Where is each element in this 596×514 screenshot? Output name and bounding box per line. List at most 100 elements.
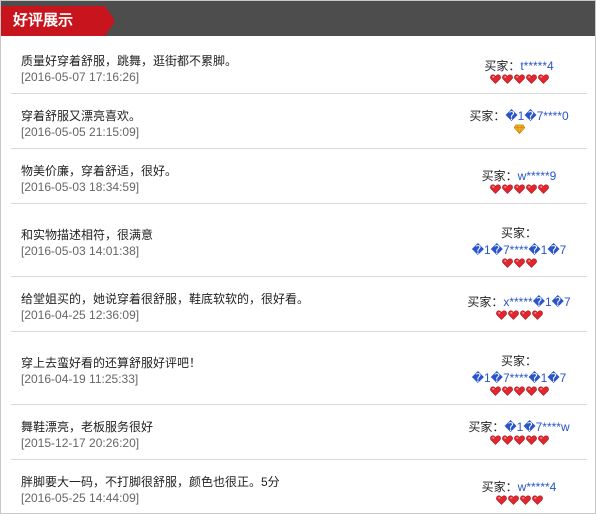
reviews-panel: 好评展示 质量好穿着舒服，跳舞，逛街都不累脚。 [2016-05-07 17:16…	[0, 0, 596, 514]
heart-icon	[537, 74, 549, 84]
heart-icon	[537, 184, 549, 194]
buyer-line: 买家：w*****4	[451, 480, 587, 494]
buyer-name-link[interactable]: x*****�1�7	[503, 295, 570, 309]
heart-icon	[489, 386, 501, 396]
header-title-tab: 好评展示	[1, 6, 115, 36]
buyer-credit-rating	[501, 258, 537, 268]
buyer-info: 买家：w*****4	[451, 480, 587, 508]
buyer-line: 买家：	[451, 354, 587, 368]
heart-icon	[525, 386, 537, 396]
review-comment: 和实物描述相符，很满意	[21, 228, 154, 242]
buyer-line: 买家：x*****�1�7	[451, 295, 587, 309]
heart-icon	[501, 184, 513, 194]
buyer-label: 买家：	[500, 354, 537, 368]
review-row: 穿着舒服又漂亮喜欢。 [2016-05-05 21:15:09] 买家：�1�7**…	[11, 94, 587, 149]
review-comment: 物美价廉，穿着舒适，很好。	[21, 164, 178, 178]
buyer-info: 买家：x*****�1�7	[451, 295, 587, 323]
review-comment: 给堂姐买的，她说穿着很舒服，鞋底软软的，很好看。	[21, 292, 310, 306]
heart-icon	[525, 184, 537, 194]
heart-icon	[513, 184, 525, 194]
heart-icon	[537, 435, 549, 445]
buyer-info: 买家：t*****4	[451, 59, 587, 87]
heart-icon	[531, 310, 543, 320]
heart-icon	[495, 310, 507, 320]
review-comment: 穿上去蛮好看的还算舒服好评吧！	[21, 356, 202, 370]
buyer-line: 买家：w*****9	[451, 169, 587, 183]
buyer-label: 买家：	[469, 109, 506, 123]
review-timestamp: [2016-05-07 17:16:26]	[21, 70, 140, 84]
review-timestamp: [2016-04-25 12:36:09]	[21, 308, 140, 322]
buyer-name-link[interactable]: �1�7****�1�7	[451, 371, 587, 385]
buyer-label: 买家：	[481, 169, 518, 183]
heart-icon	[537, 386, 549, 396]
heart-icon	[501, 386, 513, 396]
heart-icon	[501, 74, 513, 84]
buyer-info: 买家：w*****9	[451, 169, 587, 197]
review-timestamp: [2016-05-03 14:01:38]	[21, 244, 140, 258]
buyer-info: 买家： �1�7****�1�7	[451, 226, 587, 271]
review-timestamp: [2016-04-19 11:25:33]	[21, 372, 139, 386]
heart-icon	[531, 495, 543, 505]
panel-header: 好评展示	[1, 1, 595, 36]
review-timestamp: [2016-05-03 18:34:59]	[21, 180, 140, 194]
buyer-line: 买家：t*****4	[451, 59, 587, 73]
buyer-label: 买家：	[484, 59, 521, 73]
review-comment: 胖脚要大一码，不打脚很舒服，颜色也很正。5分	[21, 475, 280, 489]
review-row: 质量好穿着舒服，跳舞，逛街都不累脚。 [2016-05-07 17:16:26] 买…	[11, 39, 587, 94]
heart-icon	[501, 258, 513, 268]
review-row: 物美价廉，穿着舒适，很好。 [2016-05-03 18:34:59] 买家：w**…	[11, 149, 587, 204]
buyer-label: 买家：	[481, 480, 518, 494]
heart-icon	[507, 495, 519, 505]
buyer-credit-rating	[495, 310, 543, 320]
buyer-credit-rating	[489, 386, 549, 396]
buyer-label: 买家：	[468, 420, 505, 434]
heart-icon	[513, 258, 525, 268]
review-timestamp: [2016-05-25 14:44:09]	[21, 491, 140, 505]
buyer-info: 买家：�1�7****0	[451, 109, 587, 137]
review-comment: 舞鞋漂亮，老板服务很好	[21, 420, 154, 434]
heart-icon	[519, 310, 531, 320]
buyer-credit-rating	[489, 184, 549, 194]
review-list: 质量好穿着舒服，跳舞，逛街都不累脚。 [2016-05-07 17:16:26] 买…	[11, 39, 587, 513]
heart-icon	[519, 495, 531, 505]
buyer-name-link[interactable]: t*****4	[520, 59, 553, 73]
buyer-info: 买家： �1�7****�1�7	[451, 354, 587, 399]
review-row: 舞鞋漂亮，老板服务很好 [2015-12-17 20:26:20] 买家：�1�7*…	[11, 405, 587, 460]
buyer-credit-rating	[513, 124, 525, 134]
review-row: 和实物描述相符，很满意 [2016-05-03 14:01:38] 买家： �1�7*…	[11, 204, 587, 277]
buyer-line: 买家：�1�7****0	[451, 109, 587, 123]
buyer-name-link[interactable]: �1�7****�1�7	[451, 243, 587, 257]
buyer-name-link[interactable]: w*****9	[518, 169, 557, 183]
heart-icon	[489, 74, 501, 84]
heart-icon	[507, 310, 519, 320]
buyer-name-link[interactable]: w*****4	[518, 480, 557, 494]
heart-icon	[489, 435, 501, 445]
buyer-name-link[interactable]: �1�7****0	[505, 109, 568, 123]
review-row: 穿上去蛮好看的还算舒服好评吧！ [2016-04-19 11:25:33] 买家： �…	[11, 332, 587, 405]
buyer-name-link[interactable]: �1�7****w	[504, 420, 569, 434]
buyer-credit-rating	[495, 495, 543, 505]
buyer-label: 买家：	[467, 295, 504, 309]
review-comment: 穿着舒服又漂亮喜欢。	[21, 109, 142, 123]
review-row: 给堂姐买的，她说穿着很舒服，鞋底软软的，很好看。 [2016-04-25 12:3…	[11, 277, 587, 332]
buyer-info: 买家：�1�7****w	[451, 420, 587, 448]
heart-icon	[501, 435, 513, 445]
heart-icon	[489, 184, 501, 194]
buyer-credit-rating	[489, 74, 549, 84]
diamond-icon	[513, 124, 525, 134]
heart-icon	[513, 386, 525, 396]
heart-icon	[513, 74, 525, 84]
heart-icon	[525, 74, 537, 84]
review-timestamp: [2015-12-17 20:26:20]	[21, 436, 140, 450]
heart-icon	[525, 435, 537, 445]
buyer-line: 买家：�1�7****w	[451, 420, 587, 434]
review-comment: 质量好穿着舒服，跳舞，逛街都不累脚。	[21, 54, 238, 68]
review-row: 胖脚要大一码，不打脚很舒服，颜色也很正。5分 [2016-05-25 14:44:…	[11, 460, 587, 513]
heart-icon	[495, 495, 507, 505]
buyer-credit-rating	[489, 435, 549, 445]
heart-icon	[525, 258, 537, 268]
buyer-label: 买家：	[500, 226, 537, 240]
review-timestamp: [2016-05-05 21:15:09]	[21, 125, 140, 139]
heart-icon	[513, 435, 525, 445]
buyer-line: 买家：	[451, 226, 587, 240]
